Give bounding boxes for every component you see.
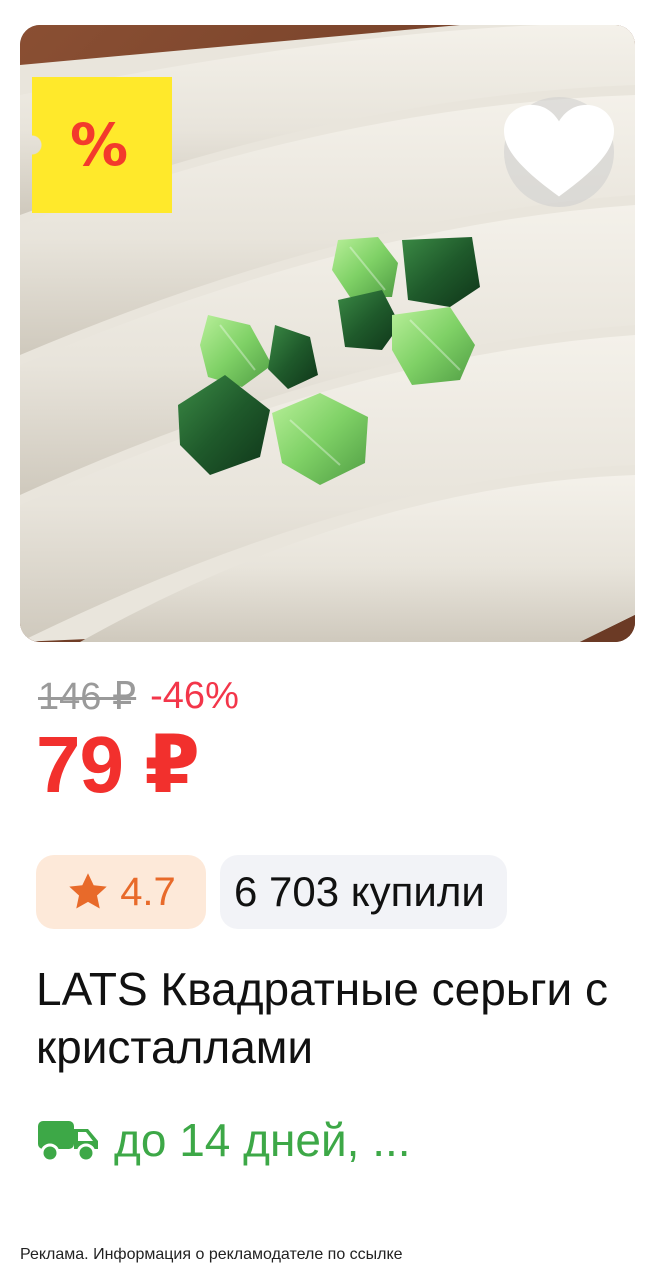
star-icon xyxy=(69,873,107,909)
ad-disclaimer[interactable]: Реклама. Информация о рекламодателе по с… xyxy=(20,1246,403,1264)
delivery-text: до 14 дней, ... xyxy=(114,1114,411,1166)
rating-value: 4.7 xyxy=(120,869,176,914)
product-image[interactable]: % xyxy=(20,25,635,642)
product-card[interactable]: % 146 ₽ -46% 79 ₽ 4.7 6 703 купили LATS … xyxy=(0,0,657,1280)
delivery-info: до 14 дней, ... xyxy=(36,1110,411,1170)
old-price-row: 146 ₽ -46% xyxy=(38,672,239,720)
current-price: 79 ₽ xyxy=(36,720,200,809)
heart-icon xyxy=(504,104,614,196)
percent-icon: % xyxy=(69,111,129,179)
old-price: 146 ₽ xyxy=(38,675,137,718)
discount-tag: % xyxy=(32,77,172,213)
rating-badge[interactable]: 4.7 xyxy=(36,855,206,929)
truck-icon xyxy=(38,1121,98,1163)
product-title[interactable]: LATS Квадратные серьги с кристаллами xyxy=(36,960,636,1076)
favorite-button[interactable] xyxy=(504,97,614,207)
purchases-badge: 6 703 купили xyxy=(220,855,507,929)
discount-percent: -46% xyxy=(150,674,239,717)
